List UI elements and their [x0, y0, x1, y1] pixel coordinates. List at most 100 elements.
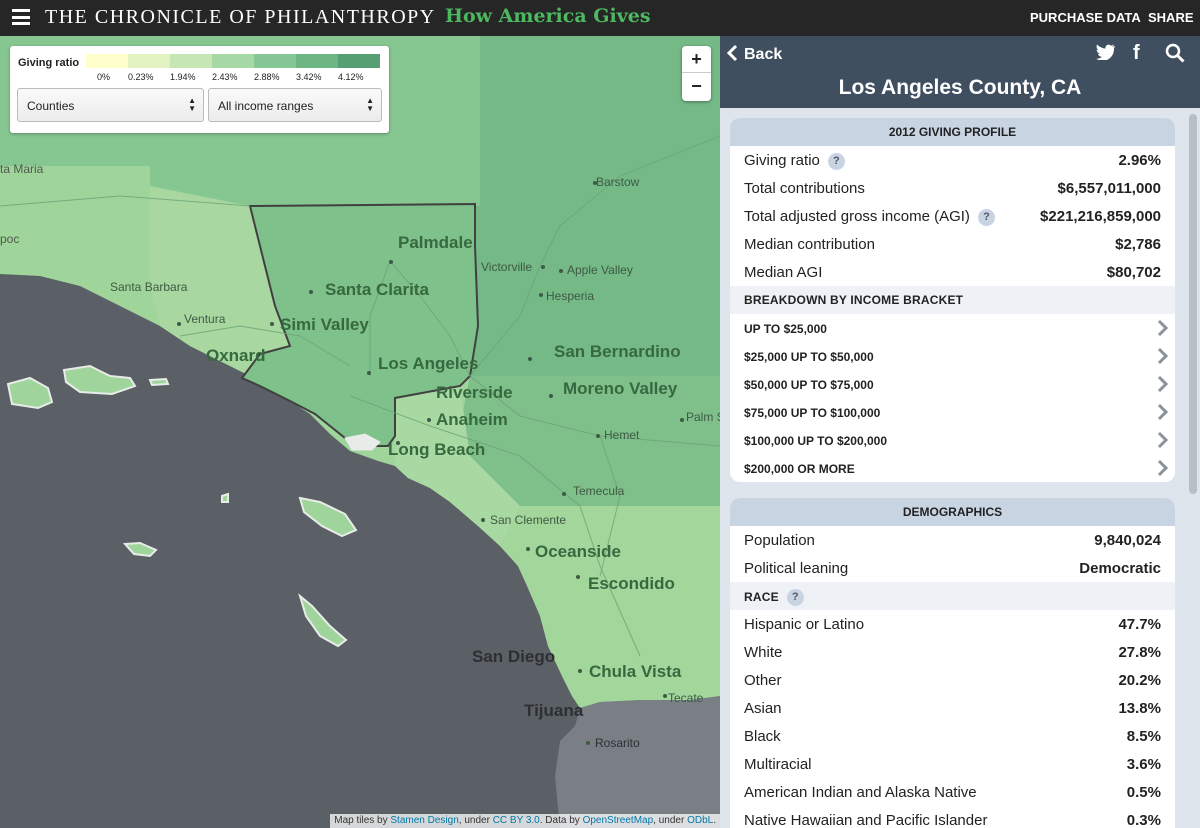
city-label-tecate: Tecate [668, 691, 704, 705]
chevron-right-icon [1157, 319, 1169, 337]
geography-select[interactable]: Counties ▲ ▼ [17, 88, 204, 122]
race-value: 27.8% [1118, 644, 1161, 661]
race-value: 47.7% [1118, 616, 1161, 633]
legend-swatch [212, 54, 254, 68]
median-agi-row: Median AGI $80,702 [730, 258, 1175, 286]
select-arrows-icon: ▲ ▼ [188, 96, 196, 113]
site-brand[interactable]: THE CHRONICLE OF PHILANTHROPY [45, 6, 436, 29]
zoom-out-button[interactable]: − [682, 73, 711, 100]
site-subtitle[interactable]: How America Gives [445, 5, 651, 27]
race-list: Hispanic or Latino 47.7% White 27.8% Other 20… [730, 610, 1175, 828]
legend-swatch [338, 54, 380, 68]
legend-swatches [86, 54, 380, 68]
panel-scrollbar[interactable] [1189, 114, 1197, 494]
population-row: Population 9,840,024 [730, 526, 1175, 554]
openstreetmap-link[interactable]: OpenStreetMap [583, 815, 654, 826]
legend-swatch [254, 54, 296, 68]
chevron-left-icon [726, 44, 738, 62]
zoom-in-button[interactable]: + [682, 46, 711, 73]
attribution-text: , under [653, 815, 688, 826]
income-bracket-row[interactable]: $100,000 UP TO $200,000 [730, 426, 1175, 454]
zoom-control: + − [682, 46, 711, 101]
attribution-text: , under [458, 815, 493, 826]
median-contribution-value: $2,786 [1115, 236, 1161, 253]
total-contributions-row: Total contributions $6,557,011,000 [730, 174, 1175, 202]
share-link[interactable]: SHARE [1148, 10, 1194, 25]
income-bracket-label: $100,000 UP TO $200,000 [744, 434, 888, 448]
attribution-text: . [713, 815, 716, 826]
race-label: Asian [744, 700, 782, 717]
race-section-header: RACE? [730, 582, 1175, 610]
county-title: Los Angeles County, CA [838, 76, 1082, 99]
race-label: Multiracial [744, 756, 812, 773]
income-bracket-label: $200,000 OR MORE [744, 462, 855, 476]
breakdown-section-header: BREAKDOWN BY INCOME BRACKET [730, 286, 1175, 314]
race-value: 13.8% [1118, 700, 1161, 717]
giving-profile-card: 2012 GIVING PROFILE Giving ratio? 2.96% … [730, 118, 1175, 482]
city-label-santa-barbara: Santa Barbara [110, 280, 188, 294]
income-bracket-row[interactable]: $50,000 UP TO $75,000 [730, 370, 1175, 398]
race-label: Native Hawaiian and Pacific Islander [744, 812, 988, 828]
select-arrows-icon: ▲ ▼ [366, 96, 374, 113]
demographics-card: DEMOGRAPHICS Population 9,840,024 Politi… [730, 498, 1175, 828]
map-view[interactable]: ta Maria poc Barstow Palmdale Victorvill… [0, 36, 720, 828]
race-label: Black [744, 728, 781, 745]
city-label-oceanside: Oceanside [535, 542, 621, 561]
total-agi-row: Total adjusted gross income (AGI)? $221,… [730, 202, 1175, 230]
city-label-ventura: Ventura [184, 312, 226, 326]
race-label: American Indian and Alaska Native [744, 784, 977, 801]
legend-swatch [296, 54, 338, 68]
median-agi-label: Median AGI [744, 264, 823, 281]
cc-by-link[interactable]: CC BY 3.0 [493, 815, 540, 826]
income-bracket-row[interactable]: $200,000 OR MORE [730, 454, 1175, 482]
legend-tick-label: 2.43% [212, 72, 238, 82]
hamburger-menu-icon[interactable] [12, 9, 30, 25]
top-bar: THE CHRONICLE OF PHILANTHROPY How Americ… [0, 0, 1200, 36]
income-bracket-row[interactable]: $25,000 UP TO $50,000 [730, 342, 1175, 370]
facebook-icon[interactable]: f [1133, 42, 1140, 65]
stamen-link[interactable]: Stamen Design [390, 815, 458, 826]
geography-select-value: Counties [27, 99, 75, 113]
city-label-san-bernardino: San Bernardino [554, 342, 681, 361]
city-label-victorville: Victorville [481, 260, 533, 274]
income-bracket-row[interactable]: $75,000 UP TO $100,000 [730, 398, 1175, 426]
income-select[interactable]: All income ranges ▲ ▼ [208, 88, 382, 122]
breakdown-title: BREAKDOWN BY INCOME BRACKET [744, 293, 964, 307]
city-label-hesperia: Hesperia [546, 289, 595, 303]
back-button[interactable]: Back [726, 44, 782, 64]
income-bracket-label: UP TO $25,000 [744, 322, 827, 336]
county-detail-panel: Back f Los Angeles County, CA 2012 GIVIN… [720, 36, 1200, 828]
purchase-data-link[interactable]: PURCHASE DATA [1030, 10, 1141, 25]
race-row: Hispanic or Latino 47.7% [730, 610, 1175, 638]
help-icon[interactable]: ? [977, 209, 995, 226]
legend-swatch [128, 54, 170, 68]
median-agi-value: $80,702 [1106, 264, 1161, 281]
race-label: White [744, 644, 783, 661]
giving-ratio-label: Giving ratio [744, 152, 820, 169]
race-row: Black 8.5% [730, 722, 1175, 750]
political-leaning-row: Political leaning Democratic [730, 554, 1175, 582]
race-label: Other [744, 672, 782, 689]
race-value: 3.6% [1126, 756, 1161, 773]
city-label-barstow: Barstow [596, 175, 640, 189]
income-bracket-label: $25,000 UP TO $50,000 [744, 350, 874, 364]
odbl-link[interactable]: ODbL [687, 815, 713, 826]
city-label-tijuana: Tijuana [524, 701, 584, 720]
legend-title: Giving ratio [18, 57, 80, 69]
help-icon[interactable]: ? [786, 589, 804, 606]
city-label-poc: poc [0, 232, 20, 246]
legend-tick-label: 0% [97, 72, 111, 82]
income-bracket-row[interactable]: UP TO $25,000 [730, 314, 1175, 342]
twitter-icon[interactable] [1096, 44, 1116, 60]
help-icon[interactable]: ? [827, 153, 845, 170]
income-bracket-label: $75,000 UP TO $100,000 [744, 406, 881, 420]
city-label-san-clemente: San Clemente [490, 513, 567, 527]
search-icon[interactable] [1165, 43, 1185, 63]
income-select-value: All income ranges [218, 99, 314, 113]
political-leaning-value: Democratic [1079, 560, 1161, 577]
city-label-hemet: Hemet [604, 428, 640, 442]
race-value: 0.5% [1126, 784, 1161, 801]
race-row: Asian 13.8% [730, 694, 1175, 722]
city-label-rosarito: Rosarito [595, 736, 640, 750]
income-bracket-list: UP TO $25,000 $25,000 UP TO $50,000 $50,00… [730, 314, 1175, 482]
